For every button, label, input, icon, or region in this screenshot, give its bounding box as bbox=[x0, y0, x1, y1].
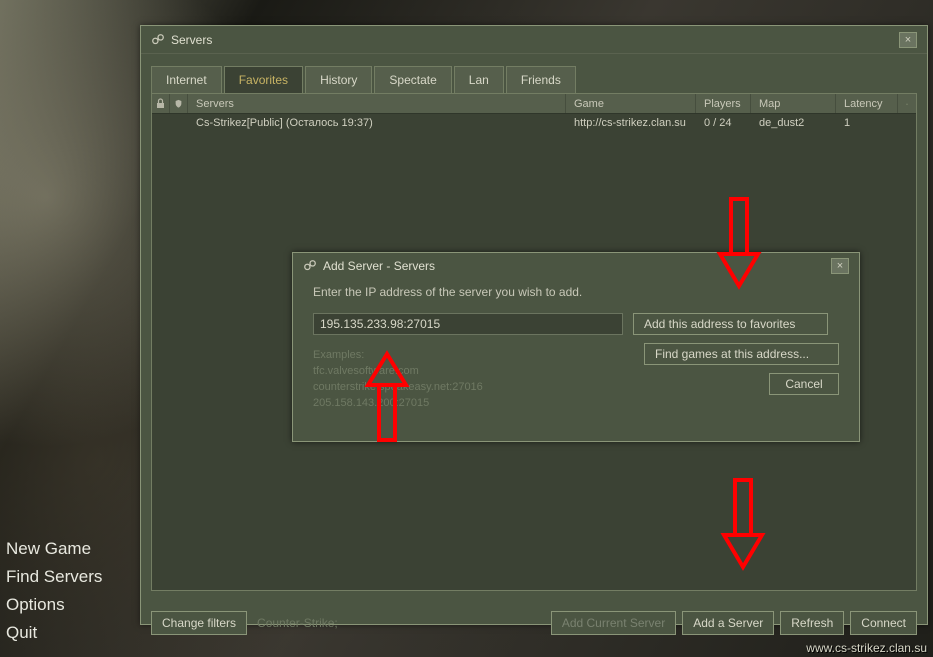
tab-lan[interactable]: Lan bbox=[454, 66, 504, 93]
window-close-button[interactable]: × bbox=[899, 32, 917, 48]
find-games-button[interactable]: Find games at this address... bbox=[644, 343, 839, 365]
column-secure-icon[interactable] bbox=[170, 94, 188, 113]
example-line: tfc.valvesoftware.com bbox=[313, 363, 483, 379]
window-title-bar: Servers × bbox=[141, 26, 927, 54]
column-players[interactable]: Players bbox=[696, 94, 751, 113]
examples-label: Examples: bbox=[313, 347, 483, 363]
table-header: Servers Game Players Map Latency bbox=[152, 94, 916, 114]
server-map: de_dust2 bbox=[751, 117, 836, 129]
ip-address-input[interactable] bbox=[313, 313, 623, 335]
tab-friends[interactable]: Friends bbox=[506, 66, 576, 93]
example-line: 205.158.143.200:27015 bbox=[313, 395, 483, 411]
tab-internet[interactable]: Internet bbox=[151, 66, 222, 93]
tab-bar: Internet Favorites History Spectate Lan … bbox=[151, 66, 917, 93]
column-game[interactable]: Game bbox=[566, 94, 696, 113]
column-map[interactable]: Map bbox=[751, 94, 836, 113]
dialog-title-bar: Add Server - Servers × bbox=[293, 253, 859, 279]
server-game: http://cs-strikez.clan.su bbox=[566, 117, 696, 129]
tab-spectate[interactable]: Spectate bbox=[374, 66, 451, 93]
window-title: Servers bbox=[171, 33, 212, 47]
cancel-button[interactable]: Cancel bbox=[769, 373, 839, 395]
column-servers[interactable]: Servers bbox=[188, 94, 566, 113]
tab-history[interactable]: History bbox=[305, 66, 372, 93]
add-to-favorites-button[interactable]: Add this address to favorites bbox=[633, 313, 828, 335]
add-server-dialog: Add Server - Servers × Enter the IP addr… bbox=[292, 252, 860, 442]
shield-icon bbox=[174, 98, 183, 109]
server-players: 0 / 24 bbox=[696, 117, 751, 129]
table-row[interactable]: Cs-Strikez[Public] (Осталось 19:37) http… bbox=[152, 114, 916, 132]
connect-button[interactable]: Connect bbox=[850, 611, 917, 635]
main-menu: New Game Find Servers Options Quit bbox=[6, 539, 102, 643]
chevron-up-icon bbox=[906, 101, 908, 107]
add-a-server-button[interactable]: Add a Server bbox=[682, 611, 774, 635]
dialog-title: Add Server - Servers bbox=[323, 259, 435, 273]
steam-icon bbox=[151, 33, 165, 47]
server-name: Cs-Strikez[Public] (Осталось 19:37) bbox=[188, 117, 566, 129]
filter-summary: Counter-Strike; bbox=[257, 616, 338, 630]
server-latency: 1 bbox=[836, 117, 898, 129]
tab-favorites[interactable]: Favorites bbox=[224, 66, 303, 93]
column-password-icon[interactable] bbox=[152, 94, 170, 113]
examples-block: Examples: tfc.valvesoftware.com counters… bbox=[313, 347, 483, 411]
menu-find-servers[interactable]: Find Servers bbox=[6, 567, 102, 587]
column-latency[interactable]: Latency bbox=[836, 94, 898, 113]
menu-new-game[interactable]: New Game bbox=[6, 539, 102, 559]
example-line: counterstrike.speakeasy.net:27016 bbox=[313, 379, 483, 395]
dialog-close-button[interactable]: × bbox=[831, 258, 849, 274]
refresh-button[interactable]: Refresh bbox=[780, 611, 844, 635]
menu-options[interactable]: Options bbox=[6, 595, 102, 615]
menu-quit[interactable]: Quit bbox=[6, 623, 102, 643]
bottom-bar: Change filters Counter-Strike; Add Curre… bbox=[141, 601, 927, 645]
change-filters-button[interactable]: Change filters bbox=[151, 611, 247, 635]
watermark: www.cs-strikez.clan.su bbox=[806, 641, 927, 655]
column-scrollbar-head bbox=[898, 94, 916, 113]
add-current-server-button: Add Current Server bbox=[551, 611, 676, 635]
dialog-prompt: Enter the IP address of the server you w… bbox=[313, 285, 839, 299]
steam-icon bbox=[303, 259, 317, 273]
lock-icon bbox=[156, 98, 165, 109]
